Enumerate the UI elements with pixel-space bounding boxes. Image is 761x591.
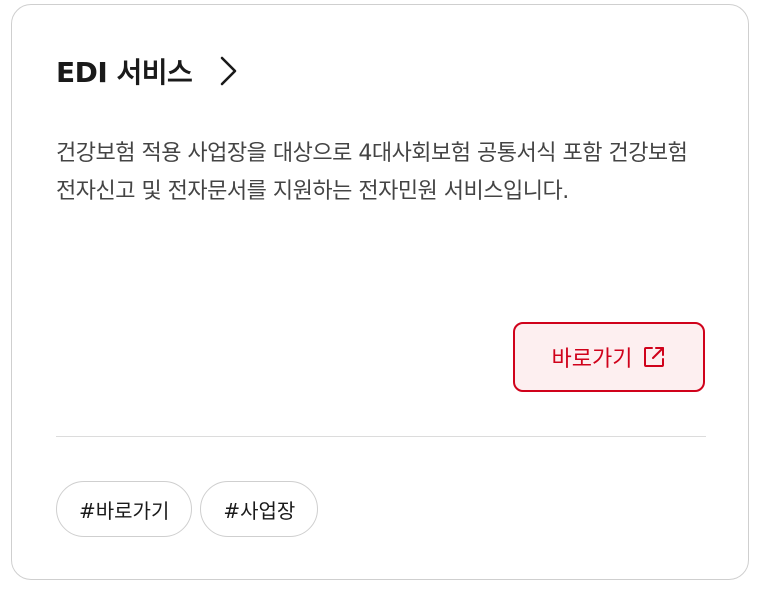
tag-go-shortcut[interactable]: #바로가기 bbox=[56, 481, 193, 537]
chevron-right-icon bbox=[216, 55, 240, 87]
edi-service-card: EDI 서비스 건강보험 적용 사업장을 대상으로 4대사회보험 공통서식 포함… bbox=[11, 4, 749, 580]
go-button[interactable]: 바로가기 bbox=[513, 322, 705, 392]
go-button-label: 바로가기 bbox=[551, 347, 633, 372]
tag-list: #바로가기 #사업장 bbox=[56, 481, 319, 537]
tag-workplace[interactable]: #사업장 bbox=[200, 481, 319, 537]
card-title: EDI 서비스 bbox=[56, 56, 193, 89]
card-description: 건강보험 적용 사업장을 대상으로 4대사회보험 공통서식 포함 건강보험 전자… bbox=[56, 141, 688, 204]
card-title-link[interactable]: EDI 서비스 bbox=[56, 51, 240, 91]
divider bbox=[56, 436, 706, 437]
external-link-icon bbox=[642, 345, 666, 369]
